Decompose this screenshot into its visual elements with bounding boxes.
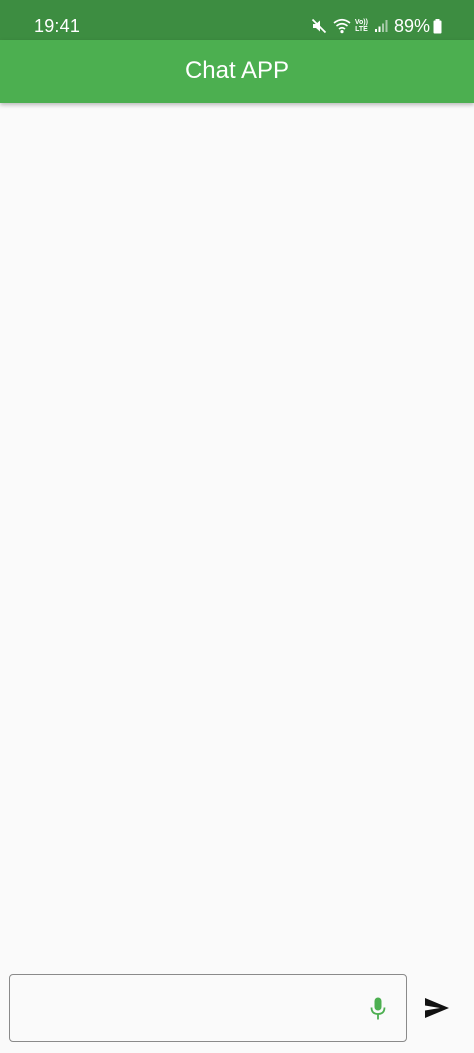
status-time: 19:41 (34, 16, 81, 36)
mute-icon (311, 18, 327, 34)
signal-icon (374, 19, 388, 33)
send-button[interactable] (422, 994, 452, 1022)
send-icon (425, 998, 449, 1018)
lte-label: LTE (355, 26, 368, 33)
status-icons: Vo)) LTE 89% (305, 14, 442, 38)
message-composer (0, 960, 474, 1053)
message-input[interactable] (22, 975, 366, 1043)
volte-label: Vo)) (354, 19, 368, 26)
mic-icon (370, 997, 386, 1020)
app-bar: Chat APP (0, 40, 474, 103)
battery-icon (433, 18, 442, 34)
status-bar: 19:41 Vo)) LTE 89% (0, 0, 474, 40)
message-input-container[interactable] (9, 974, 407, 1043)
app-title: Chat APP (184, 57, 290, 84)
chat-screen: 19:41 Vo)) LTE 89% Chat APP (0, 0, 474, 1053)
wifi-icon (333, 18, 351, 34)
mic-button[interactable] (366, 996, 390, 1022)
battery-percent: 89% (393, 16, 430, 36)
volte-icon: Vo)) LTE (355, 19, 368, 33)
message-list[interactable] (0, 103, 474, 953)
